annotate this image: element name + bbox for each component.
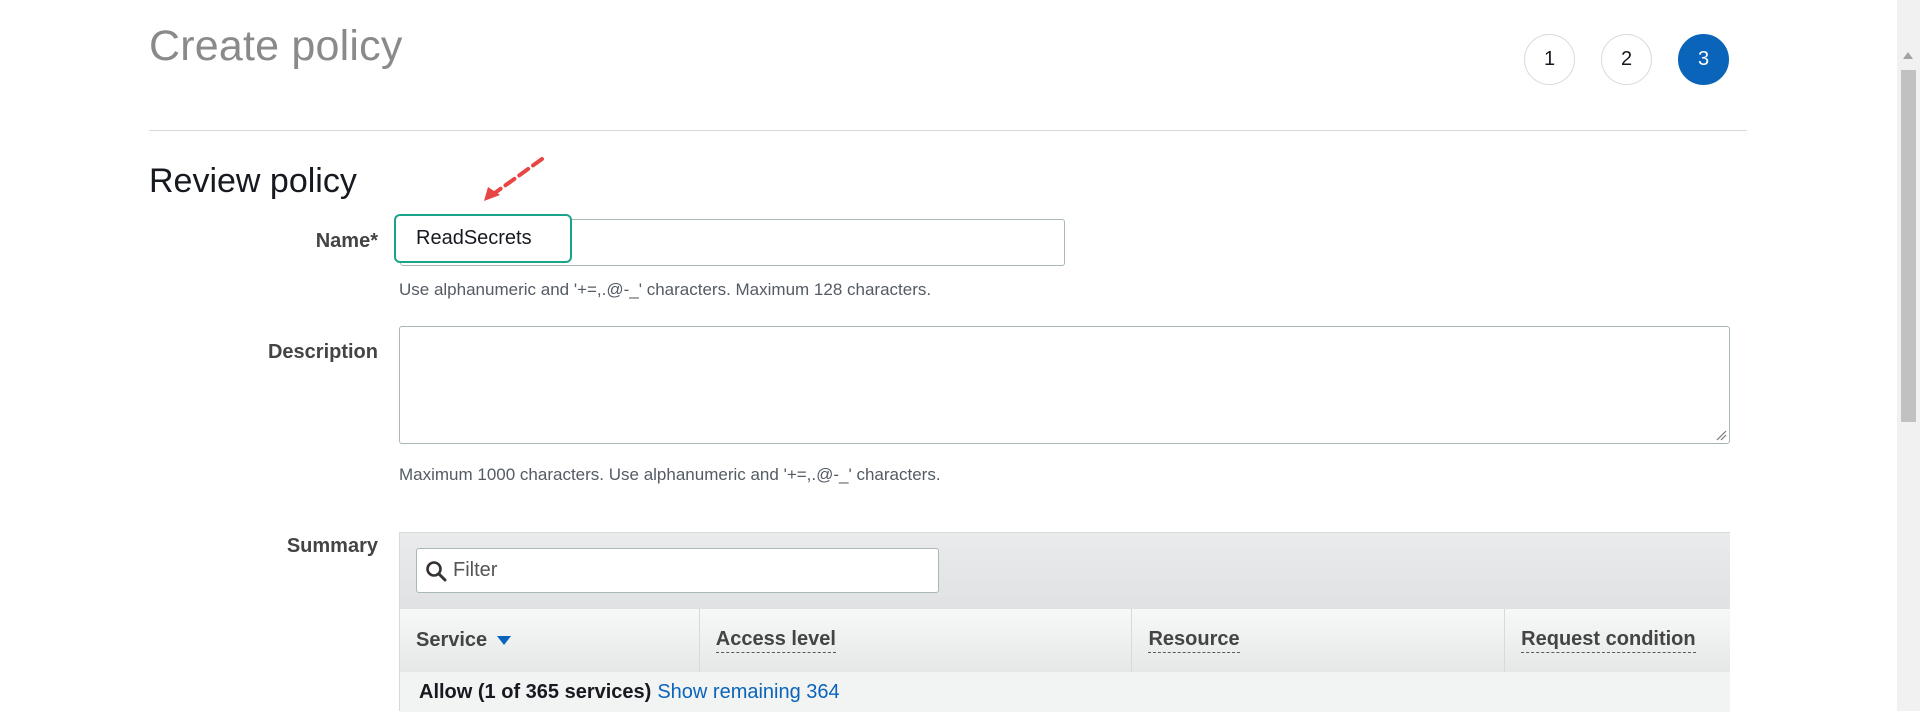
annotation-arrow-icon	[484, 157, 544, 201]
allow-text: Allow (1 of 365 services)	[419, 680, 652, 703]
summary-label: Summary	[286, 535, 378, 557]
divider	[149, 130, 1747, 131]
column-request-condition[interactable]: Request condition	[1505, 609, 1730, 672]
page-title: Create policy	[149, 22, 403, 70]
column-access-level[interactable]: Access level	[700, 609, 1133, 672]
search-icon	[426, 560, 447, 581]
step-1[interactable]: 1	[1524, 34, 1575, 85]
section-title: Review policy	[149, 162, 357, 200]
filter-input[interactable]: Filter	[416, 548, 939, 593]
description-textarea[interactable]	[399, 326, 1730, 444]
scroll-up-icon[interactable]	[1903, 52, 1913, 59]
allow-row: Allow (1 of 365 services) Show remaining…	[400, 672, 1730, 712]
column-access-level-label: Access level	[715, 628, 836, 653]
name-label: Name*	[315, 230, 378, 252]
column-service-label: Service	[416, 629, 488, 651]
filter-bar: Filter	[400, 533, 1730, 610]
name-value-highlight[interactable]: ReadSecrets	[394, 214, 572, 263]
scrollbar-thumb[interactable]	[1901, 70, 1916, 422]
filter-placeholder: Filter	[453, 559, 498, 581]
name-hint: Use alphanumeric and '+=,.@-_' character…	[399, 280, 932, 299]
column-resource-label: Resource	[1148, 628, 1240, 653]
step-2[interactable]: 2	[1601, 34, 1652, 85]
page-scrollbar[interactable]	[1897, 0, 1920, 711]
step-3[interactable]: 3	[1678, 34, 1729, 85]
column-request-condition-label: Request condition	[1521, 628, 1696, 653]
show-remaining-link[interactable]: Show remaining 364	[657, 681, 839, 704]
sort-down-icon[interactable]	[497, 636, 512, 645]
resize-grip-icon[interactable]	[1715, 429, 1727, 441]
description-label: Description	[267, 341, 378, 363]
column-resource[interactable]: Resource	[1132, 609, 1506, 672]
summary-table: Filter Service Access level Resource Req…	[399, 532, 1730, 712]
table-header: Service Access level Resource Request co…	[400, 609, 1730, 673]
wizard-steps: 1 2 3	[1524, 34, 1729, 85]
column-service[interactable]: Service	[400, 609, 700, 672]
description-hint: Maximum 1000 characters. Use alphanumeri…	[399, 465, 941, 484]
name-value: ReadSecrets	[416, 227, 532, 249]
